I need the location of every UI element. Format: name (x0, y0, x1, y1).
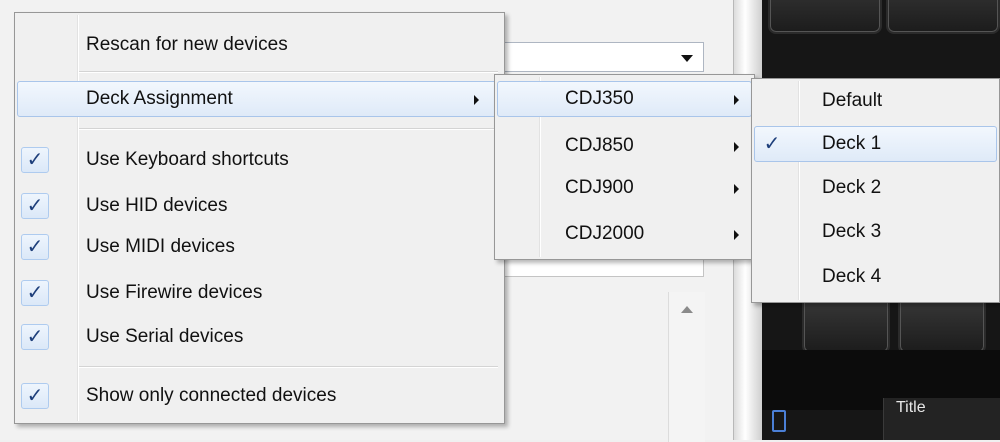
menu-item-deck-2[interactable]: Deck 2 (754, 170, 997, 206)
deck-button[interactable] (768, 0, 882, 34)
menu-item-label: Use HID devices (86, 195, 228, 216)
deck-submenu: Default ✓ Deck 1 Deck 2 Deck 3 Deck 4 (751, 78, 1000, 303)
menu-item-cdj350[interactable]: CDJ350 (497, 81, 752, 117)
menu-item-label: Use Keyboard shortcuts (86, 149, 289, 170)
menu-item-deck-4[interactable]: Deck 4 (754, 259, 997, 295)
menu-item-label: Deck 2 (822, 177, 882, 198)
dropdown-arrow-icon[interactable] (681, 55, 693, 62)
menu-item-label: Deck 3 (822, 221, 882, 242)
deck-button[interactable] (886, 0, 1000, 34)
menu-item-label: CDJ350 (565, 88, 634, 109)
menu-item-hid-devices[interactable]: ✓ Use HID devices (17, 188, 502, 224)
chevron-right-icon (734, 142, 739, 152)
chevron-right-icon (734, 184, 739, 194)
checkmark-icon: ✓ (21, 280, 49, 306)
menu-separator (79, 128, 498, 130)
menu-item-label: Use Firewire devices (86, 282, 263, 303)
menu-item-label: CDJ2000 (565, 223, 645, 244)
menu-item-cdj850[interactable]: CDJ850 (497, 128, 752, 164)
menu-item-keyboard-shortcuts[interactable]: ✓ Use Keyboard shortcuts (17, 142, 502, 178)
scrollbar[interactable] (668, 292, 705, 442)
menu-item-label: Deck 1 (822, 133, 882, 154)
menu-item-label: Deck 4 (822, 266, 882, 287)
checkmark-icon: ✓ (763, 133, 781, 155)
menu-item-label: Default (822, 90, 883, 111)
checkmark-icon: ✓ (21, 324, 49, 350)
menu-item-firewire-devices[interactable]: ✓ Use Firewire devices (17, 275, 502, 311)
menu-item-rescan[interactable]: Rescan for new devices (17, 27, 502, 63)
menu-item-midi-devices[interactable]: ✓ Use MIDI devices (17, 229, 502, 265)
menu-item-label: Deck Assignment (86, 88, 233, 109)
menu-item-deck-1[interactable]: ✓ Deck 1 (754, 126, 997, 162)
devices-context-menu: Rescan for new devices Deck Assignment ✓… (14, 12, 505, 424)
menu-item-label: Rescan for new devices (86, 34, 288, 55)
menu-item-label: CDJ900 (565, 177, 634, 198)
menu-separator (79, 366, 498, 368)
menu-item-default[interactable]: Default (754, 83, 997, 119)
menu-item-cdj900[interactable]: CDJ900 (497, 170, 752, 206)
menu-item-deck-assignment[interactable]: Deck Assignment (17, 81, 502, 117)
menu-item-label: Use Serial devices (86, 326, 244, 347)
menu-item-label: Use MIDI devices (86, 236, 235, 257)
menu-item-label: Show only connected devices (86, 385, 337, 406)
title-column-label: Title (896, 399, 926, 416)
menu-item-deck-3[interactable]: Deck 3 (754, 214, 997, 250)
chevron-right-icon (734, 230, 739, 240)
scroll-up-arrow-icon[interactable] (681, 306, 693, 313)
menu-item-serial-devices[interactable]: ✓ Use Serial devices (17, 319, 502, 355)
menu-item-label: CDJ850 (565, 135, 634, 156)
checkmark-icon: ✓ (21, 234, 49, 260)
checkmark-icon: ✓ (21, 383, 49, 409)
checkmark-icon: ✓ (21, 147, 49, 173)
device-select-dropdown[interactable] (500, 42, 704, 72)
browser-icon[interactable] (772, 410, 786, 432)
chevron-right-icon (474, 95, 479, 105)
menu-separator (79, 71, 498, 73)
menu-item-connected-only[interactable]: ✓ Show only connected devices (17, 378, 502, 414)
chevron-right-icon (734, 95, 739, 105)
menu-item-cdj2000[interactable]: CDJ2000 (497, 216, 752, 252)
cdj-submenu: CDJ350 CDJ850 CDJ900 CDJ2000 (494, 74, 755, 260)
checkmark-icon: ✓ (21, 193, 49, 219)
